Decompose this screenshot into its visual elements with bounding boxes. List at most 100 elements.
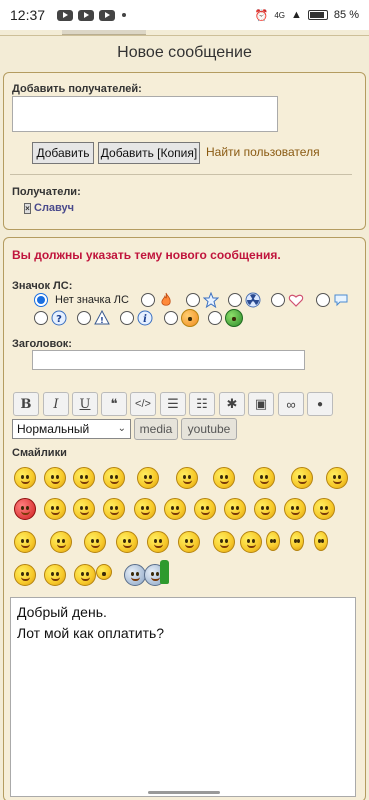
gesture-bar[interactable] (148, 791, 220, 794)
pm-icon-radio-grin[interactable] (208, 311, 222, 325)
smiley-icon[interactable] (134, 498, 156, 520)
green-grin-icon (225, 309, 243, 327)
exclamation-smiley-icon[interactable] (266, 531, 280, 551)
speech-bubble-icon (334, 294, 348, 307)
question-smiley-icon[interactable] (290, 531, 304, 551)
pm-icon-radio-heart[interactable] (271, 293, 285, 307)
top-strip (0, 30, 369, 36)
smiley-icon[interactable] (73, 498, 95, 520)
signal-icon: ▲ (291, 9, 302, 21)
subject-label: Заголовок: (12, 338, 72, 350)
smiley-icon[interactable] (213, 531, 235, 553)
recipient-name[interactable]: Славуч (34, 202, 74, 214)
smiley-icon[interactable] (14, 467, 36, 489)
heart-icon (288, 294, 304, 307)
youtube-notification-icon (99, 9, 116, 21)
message-line: Лот мой как оплатить? (17, 625, 165, 641)
pm-icon-radio-radiation[interactable] (228, 293, 242, 307)
add-copy-button[interactable]: Добавить [Копия] (98, 142, 200, 164)
top-tab-stub[interactable] (62, 30, 146, 35)
smiley-icon[interactable] (194, 498, 216, 520)
idea-smiley-icon[interactable] (314, 531, 328, 551)
status-time: 12:37 (10, 7, 46, 23)
sunglasses-smiley-icon[interactable] (313, 498, 335, 520)
battery-icon (307, 10, 328, 20)
info-icon: i (137, 310, 153, 326)
smiley-icon[interactable] (84, 531, 106, 553)
status-bar: 12:37 ⏰ 4G ▲ 85 % (0, 0, 369, 30)
smiley-icon[interactable] (137, 467, 159, 489)
list-button[interactable]: ☰ (160, 392, 186, 416)
smiley-icon[interactable] (253, 467, 275, 489)
numbered-list-button[interactable]: ☷ (189, 392, 215, 416)
smiley-icon[interactable] (254, 498, 276, 520)
smiley-icon[interactable] (164, 498, 186, 520)
media-button[interactable]: media (134, 418, 178, 440)
color-drop-button[interactable]: ● (307, 392, 333, 416)
smiley-icon[interactable] (213, 467, 235, 489)
smiley-icon[interactable] (326, 467, 348, 489)
smiley-icon[interactable] (147, 531, 169, 553)
bottle-icon[interactable] (160, 560, 169, 584)
smiley-icon[interactable] (103, 498, 125, 520)
smiley-icon[interactable] (240, 531, 262, 553)
star-icon (203, 292, 219, 308)
smiley-icon[interactable] (50, 531, 72, 553)
subject-input[interactable] (32, 350, 305, 370)
pm-icon-radio-mad[interactable] (164, 311, 178, 325)
recipients-label: Получатели: (12, 186, 81, 198)
quote-button[interactable]: ❝ (101, 392, 127, 416)
recipients-input[interactable] (12, 96, 278, 132)
svg-text:!: ! (100, 316, 104, 325)
add-recipients-label: Добавить получателей: (12, 83, 142, 95)
message-textarea[interactable]: Добрый день. Лот мой как оплатить? (10, 597, 356, 797)
error-message: Вы должны указать тему нового сообщения. (12, 248, 281, 262)
smilies-label: Смайлики (12, 447, 67, 459)
bold-button[interactable]: B (13, 392, 39, 416)
pm-icon-radio-fire[interactable] (141, 293, 155, 307)
smiley-icon[interactable] (178, 531, 200, 553)
smiley-icon[interactable] (116, 531, 138, 553)
divider (10, 174, 352, 175)
smiley-icon[interactable] (14, 498, 36, 520)
add-button[interactable]: Добавить (32, 142, 94, 164)
pm-icon-radio-star[interactable] (186, 293, 200, 307)
code-button[interactable]: </> (130, 392, 156, 416)
svg-text:i: i (143, 314, 147, 325)
font-size-select[interactable]: Нормальный ⌄ (12, 419, 131, 439)
smiley-icon[interactable] (14, 531, 36, 553)
recipient-item: × Славуч (24, 202, 74, 214)
image-button[interactable]: ▣ (248, 392, 274, 416)
pm-icon-radio-warning[interactable] (77, 311, 91, 325)
smiley-icon[interactable] (73, 467, 95, 489)
pm-icon-radio-info[interactable] (120, 311, 134, 325)
smiley-icon[interactable] (44, 467, 66, 489)
smiley-icon[interactable] (96, 564, 112, 580)
smiley-icon[interactable] (284, 498, 306, 520)
smiley-icon[interactable] (291, 467, 313, 489)
pm-icon-radio-speech[interactable] (316, 293, 330, 307)
link-button[interactable]: ∞ (278, 392, 304, 416)
thumbs-up-smiley-icon[interactable] (74, 564, 96, 586)
svg-text:?: ? (56, 314, 62, 325)
question-icon: ? (51, 310, 67, 326)
pm-icon-radio-none[interactable] (34, 293, 48, 307)
youtube-button[interactable]: youtube (181, 418, 237, 440)
no-icon-label: Нет значка ЛС (55, 294, 129, 306)
italic-button[interactable]: I (43, 392, 69, 416)
smiley-icon[interactable] (224, 498, 246, 520)
smiley-icon[interactable] (103, 467, 125, 489)
remove-recipient-button[interactable]: × (24, 202, 31, 214)
smiley-icon[interactable] (44, 498, 66, 520)
smiley-icon[interactable] (14, 564, 36, 586)
underline-button[interactable]: U (72, 392, 98, 416)
smiley-icon[interactable] (124, 564, 146, 586)
pm-icon-radio-question[interactable] (34, 311, 48, 325)
youtube-notification-icon (78, 9, 95, 21)
find-users-link[interactable]: Найти пользователя (206, 145, 320, 159)
mad-face-icon (181, 309, 199, 327)
asterisk-button[interactable]: ✱ (219, 392, 245, 416)
smiley-icon[interactable] (44, 564, 66, 586)
chevron-down-icon: ⌄ (117, 423, 126, 434)
smiley-icon[interactable] (176, 467, 198, 489)
